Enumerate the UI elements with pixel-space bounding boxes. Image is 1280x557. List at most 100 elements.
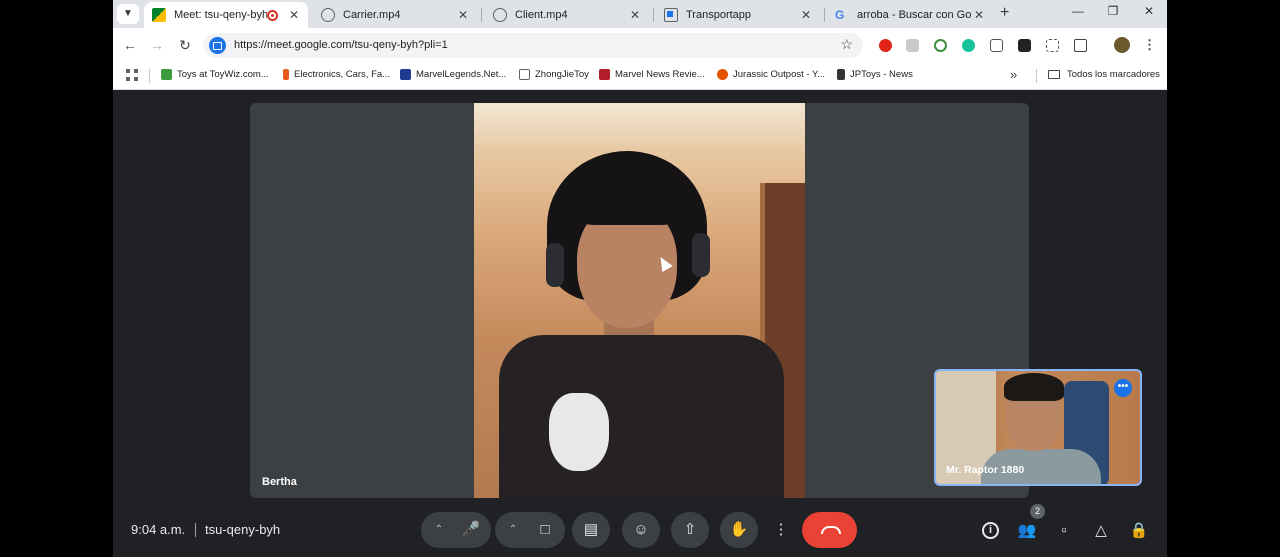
host-controls-lock-icon[interactable]: 🔒 — [1128, 520, 1150, 542]
tab-meet[interactable]: Meet: tsu-qeny-byh ✕ — [144, 2, 308, 28]
bookmark-label: Electronics, Cars, Fa... — [294, 69, 391, 80]
bookmark-label: Todos los marcadores — [1067, 69, 1160, 80]
meeting-code: tsu-qeny-byh — [205, 522, 281, 537]
opera-extension-icon[interactable] — [879, 39, 892, 52]
bookmark-item[interactable]: MarvelLegends.Net... — [400, 69, 506, 80]
tab-google-search[interactable]: G arroba - Buscar con Google ✕ — [827, 2, 993, 28]
bookmark-item[interactable]: Electronics, Cars, Fa... — [283, 69, 390, 80]
bookmark-label: Toys at ToyWiz.com... — [177, 69, 269, 80]
address-bar[interactable]: https://meet.google.com/tsu-qeny-byh?pli… — [203, 33, 863, 58]
more-bookmarks-chevron-icon[interactable]: » — [1010, 67, 1017, 82]
people-icon[interactable]: 👥 — [1016, 520, 1038, 542]
marvel-news-icon — [599, 69, 610, 80]
profile-avatar[interactable] — [1114, 37, 1130, 53]
bookmark-separator — [1036, 69, 1037, 83]
minimize-icon[interactable]: — — [1063, 4, 1093, 18]
tab-search-icon[interactable]: ▼ — [117, 4, 139, 24]
video-bangs — [572, 159, 684, 225]
tab-separator — [653, 8, 654, 22]
tab-client[interactable]: Client.mp4 ✕ — [485, 2, 649, 28]
url-text: https://meet.google.com/tsu-qeny-byh?pli… — [234, 39, 448, 51]
restore-icon[interactable]: ❐ — [1098, 4, 1128, 18]
extension-icon[interactable] — [934, 39, 947, 52]
google-icon: G — [835, 8, 845, 22]
camera-icon[interactable]: □ — [526, 512, 564, 548]
ebay-icon — [283, 69, 289, 80]
bookmark-item[interactable]: Marvel News Revie... — [599, 69, 705, 80]
all-bookmarks-folder[interactable]: Todos los marcadores — [1048, 69, 1160, 80]
self-view-tile[interactable]: ••• Mr. Raptor 1880 — [934, 369, 1142, 486]
marvellegends-icon — [400, 69, 411, 80]
recording-icon — [267, 9, 278, 21]
bookmark-label: ZhongJieToy — [535, 69, 589, 80]
apps-grid-icon[interactable] — [126, 69, 138, 81]
back-arrow-icon[interactable]: ← — [120, 37, 140, 53]
bookmark-label: Jurassic Outpost - Y... — [733, 69, 826, 80]
meet-favicon-icon — [152, 8, 166, 22]
video-shirt-logo — [549, 393, 609, 471]
more-options-icon[interactable]: ⋮ — [769, 512, 793, 548]
tab-title: Meet: tsu-qeny-byh — [174, 9, 267, 21]
browser-toolbar: ← → ↻ https://meet.google.com/tsu-qeny-b… — [113, 28, 1167, 62]
captions-icon[interactable]: ▤ — [572, 512, 610, 548]
bookmark-item[interactable]: Jurassic Outpost - Y... — [717, 69, 825, 80]
globe-icon — [493, 8, 507, 22]
camera-options-chevron-icon[interactable]: ⌃ — [502, 512, 524, 548]
transportapp-favicon-icon — [664, 8, 678, 22]
bookmark-label: Marvel News Revie... — [615, 69, 705, 80]
extension-icon[interactable] — [1046, 39, 1059, 52]
jurassic-outpost-icon — [717, 69, 728, 80]
extension-icon[interactable] — [990, 39, 1003, 52]
close-tab-icon[interactable]: ✕ — [798, 8, 814, 22]
close-tab-icon[interactable]: ✕ — [455, 8, 471, 22]
participant-name-label: Bertha — [262, 476, 297, 488]
bookmark-item[interactable]: Toys at ToyWiz.com... — [161, 69, 269, 80]
jptoys-icon — [837, 69, 845, 80]
microphone-icon[interactable]: 🎤 — [452, 512, 490, 548]
activities-icon[interactable]: △ — [1090, 520, 1112, 542]
globe-icon — [519, 69, 530, 80]
bookmark-star-icon[interactable]: ☆ — [840, 36, 853, 53]
bookmarks-bar: Toys at ToyWiz.com... Electronics, Cars,… — [113, 62, 1167, 90]
close-tab-icon[interactable]: ✕ — [971, 8, 987, 22]
reload-icon[interactable]: ↻ — [175, 37, 195, 54]
chat-icon[interactable]: ▫ — [1053, 520, 1075, 542]
tab-transportapp[interactable]: Transportapp ✕ — [656, 2, 820, 28]
extension-icon[interactable] — [1018, 39, 1031, 52]
close-tab-icon[interactable]: ✕ — [286, 8, 302, 22]
browser-menu-icon[interactable]: ⋮ — [1143, 37, 1156, 53]
extension-icon[interactable] — [906, 39, 919, 52]
meeting-time: 9:04 a.m. — [131, 522, 186, 537]
bookmark-label: MarvelLegends.Net... — [416, 69, 507, 80]
self-hair — [1004, 373, 1064, 401]
bookmark-item[interactable]: ZhongJieToy — [519, 69, 589, 80]
extensions-puzzle-icon[interactable] — [1074, 39, 1087, 52]
main-participant-tile[interactable]: Bertha — [250, 103, 1029, 498]
raise-hand-icon[interactable]: ✋ — [720, 512, 758, 548]
emoji-icon[interactable]: ☺ — [622, 512, 660, 548]
tab-carrier[interactable]: Carrier.mp4 ✕ — [313, 2, 477, 28]
video-ceiling — [474, 103, 805, 145]
tab-title: Transportapp — [686, 9, 752, 21]
new-tab-plus-icon[interactable]: + — [1000, 4, 1009, 22]
bookmark-item[interactable]: JPToys - News — [837, 69, 913, 80]
tab-title: Client.mp4 — [515, 9, 568, 21]
divider — [195, 523, 196, 537]
browser-window: ▼ Meet: tsu-qeny-byh ✕ Carrier.mp4 ✕ Cli… — [113, 0, 1167, 557]
bookmark-separator — [149, 69, 150, 83]
forward-arrow-icon[interactable]: → — [147, 37, 167, 53]
present-screen-icon[interactable]: ⇧ — [671, 512, 709, 548]
close-tab-icon[interactable]: ✕ — [627, 8, 643, 22]
grammarly-extension-icon[interactable] — [962, 39, 975, 52]
more-options-icon[interactable]: ••• — [1114, 379, 1132, 397]
mic-options-chevron-icon[interactable]: ⌃ — [428, 512, 450, 548]
video-shirt — [499, 335, 784, 498]
close-window-icon[interactable]: ✕ — [1134, 4, 1164, 18]
tab-title: arroba - Buscar con Google — [857, 9, 971, 21]
meeting-info-icon[interactable]: i — [982, 522, 999, 539]
tab-title: Carrier.mp4 — [343, 9, 401, 21]
tab-strip: ▼ Meet: tsu-qeny-byh ✕ Carrier.mp4 ✕ Cli… — [113, 0, 1167, 28]
headphone-left — [546, 243, 564, 287]
end-call-button[interactable] — [802, 512, 857, 548]
bookmark-label: JPToys - News — [850, 69, 913, 80]
